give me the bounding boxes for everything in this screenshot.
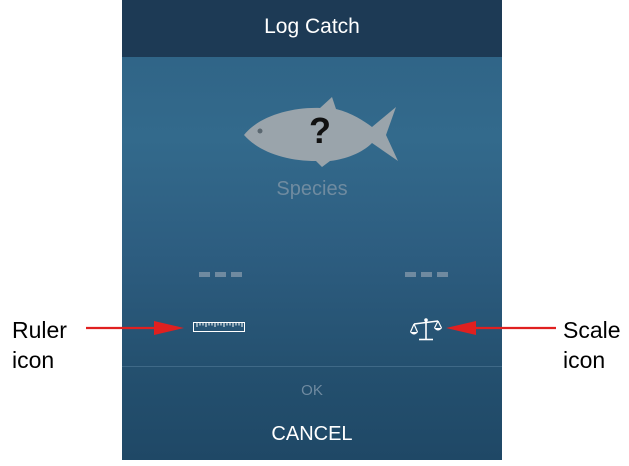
ruler-callout-line2: icon [12, 347, 55, 373]
fish-icon[interactable]: ? [240, 95, 400, 167]
ruler-callout: Ruler icon [12, 315, 67, 375]
weight-value [405, 272, 449, 277]
fish-eye [257, 128, 263, 134]
unknown-species-glyph: ? [309, 110, 331, 151]
ruler-arrow [86, 321, 184, 335]
divider [122, 366, 502, 367]
log-catch-screen: Log Catch ? Species OK CANCEL [122, 0, 502, 460]
length-value [199, 272, 243, 277]
species-selector[interactable]: Species [122, 178, 502, 201]
page-title: Log Catch [264, 15, 360, 38]
scale-callout-line2: icon [563, 347, 606, 373]
scale-callout: Scale icon [563, 315, 621, 375]
scale-callout-line1: Scale [563, 317, 621, 343]
cancel-button[interactable]: CANCEL [122, 423, 502, 446]
ok-button[interactable]: OK [122, 382, 502, 399]
title-bar: Log Catch [122, 0, 502, 57]
scale-arrow [446, 321, 556, 335]
ruler-icon[interactable] [193, 322, 245, 332]
ruler-callout-line1: Ruler [12, 317, 67, 343]
scale-icon[interactable] [410, 316, 442, 342]
